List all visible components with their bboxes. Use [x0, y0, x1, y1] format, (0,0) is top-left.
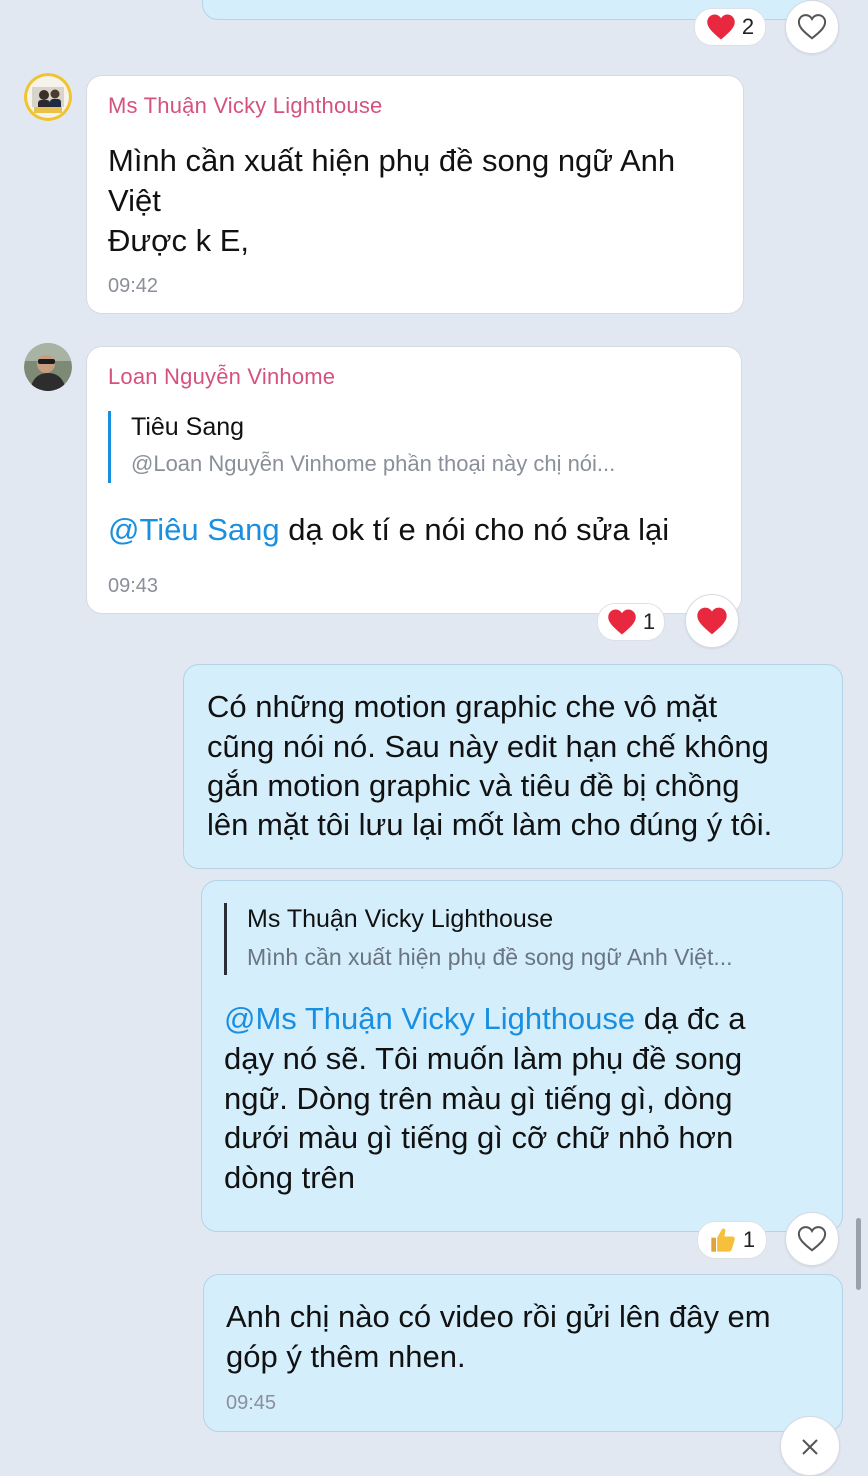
message-line: @Ms Thuận Vicky Lighthouse dạ đc a: [224, 999, 745, 1039]
message-text-rest: dạ ok tí e nói cho nó sửa lại: [279, 512, 670, 547]
close-button[interactable]: [780, 1416, 840, 1476]
reaction-count: 2: [741, 14, 755, 39]
message-line: lên mặt tôi lưu lại mốt làm cho đúng ý t…: [207, 807, 773, 842]
heart-icon: [608, 609, 636, 635]
avatar-loan-nguyen[interactable]: [24, 343, 72, 391]
message-bubble-outgoing[interactable]: Có những motion graphic che vô mặt cũng …: [183, 664, 843, 869]
close-icon: [802, 1439, 818, 1455]
message-line: gắn motion graphic và tiêu đề bị chồng: [207, 768, 740, 803]
message-line: dạy nó sẽ. Tôi muốn làm phụ đề song: [224, 1041, 743, 1076]
message-bubble-ms-thuan[interactable]: Ms Thuận Vicky Lighthouse Mình cần xuất …: [86, 75, 744, 314]
mention-link[interactable]: @Ms Thuận Vicky Lighthouse: [224, 1001, 635, 1036]
mention-link[interactable]: @Tiêu Sang: [108, 512, 280, 547]
message-timestamp: 09:42: [108, 275, 159, 297]
message-line: góp ý thêm nhen.: [226, 1339, 466, 1374]
heart-icon: [707, 14, 735, 40]
message-line: Có những motion graphic che vô mặt: [207, 689, 718, 724]
message-bubble-outgoing-reply[interactable]: Ms Thuận Vicky Lighthouse Mình cần xuất …: [201, 880, 843, 1232]
reply-quote[interactable]: Ms Thuận Vicky Lighthouse Mình cần xuất …: [224, 903, 820, 975]
avatar-ms-thuan[interactable]: [24, 73, 72, 121]
message-timestamp: 09:45: [226, 1392, 277, 1414]
react-button[interactable]: [785, 0, 839, 54]
reaction-chip-thumbs-up[interactable]: 1: [697, 1221, 767, 1259]
message-line: Việt: [108, 183, 161, 218]
message-timestamp: 09:43: [108, 575, 159, 597]
message-line: Mình cần xuất hiện phụ đề song ngữ Anh: [108, 143, 676, 178]
reply-quote[interactable]: Tiêu Sang @Loan Nguyễn Vinhome phần thoạ…: [108, 411, 708, 483]
reaction-chip-heart[interactable]: 1: [597, 603, 665, 641]
quote-text: Mình cần xuất hiện phụ đề song ngữ Anh V…: [247, 944, 733, 970]
message-line: dòng trên: [224, 1160, 355, 1195]
reaction-count: 1: [642, 609, 656, 634]
message-line: Anh chị nào có video rồi gửi lên đây em: [226, 1299, 771, 1334]
reaction-count: 1: [742, 1227, 756, 1252]
message-line: dưới màu gì tiếng gì cỡ chữ nhỏ hơn: [224, 1120, 734, 1155]
message-bubble-loan-nguyen[interactable]: Loan Nguyễn Vinhome Tiêu Sang @Loan Nguy…: [86, 346, 742, 614]
message-bubble-outgoing[interactable]: Anh chị nào có video rồi gửi lên đây em …: [203, 1274, 843, 1432]
thumbs-up-icon: [711, 1228, 735, 1252]
quote-text: @Loan Nguyễn Vinhome phần thoại này chị …: [131, 451, 616, 476]
react-button-active[interactable]: [685, 594, 739, 648]
quote-author: Ms Thuận Vicky Lighthouse: [247, 905, 554, 933]
message-line: Được k E,: [108, 223, 249, 258]
sender-name[interactable]: Ms Thuận Vicky Lighthouse: [108, 93, 382, 119]
message-line: cũng nói nó. Sau này edit hạn chế không: [207, 729, 769, 764]
scrollbar[interactable]: [856, 1218, 861, 1290]
message-text-rest: dạ đc a: [635, 1001, 746, 1036]
heart-icon: [697, 607, 727, 635]
message-line: ngữ. Dòng trên màu gì tiếng gì, dòng: [224, 1081, 733, 1116]
heart-outline-icon: [797, 14, 827, 40]
react-button[interactable]: [785, 1212, 839, 1266]
sender-name[interactable]: Loan Nguyễn Vinhome: [108, 364, 335, 390]
quote-author: Tiêu Sang: [131, 413, 245, 441]
reaction-chip-heart[interactable]: 2: [694, 8, 766, 46]
heart-outline-icon: [797, 1226, 827, 1252]
message-text: @Tiêu Sang dạ ok tí e nói cho nó sửa lại: [108, 510, 669, 550]
